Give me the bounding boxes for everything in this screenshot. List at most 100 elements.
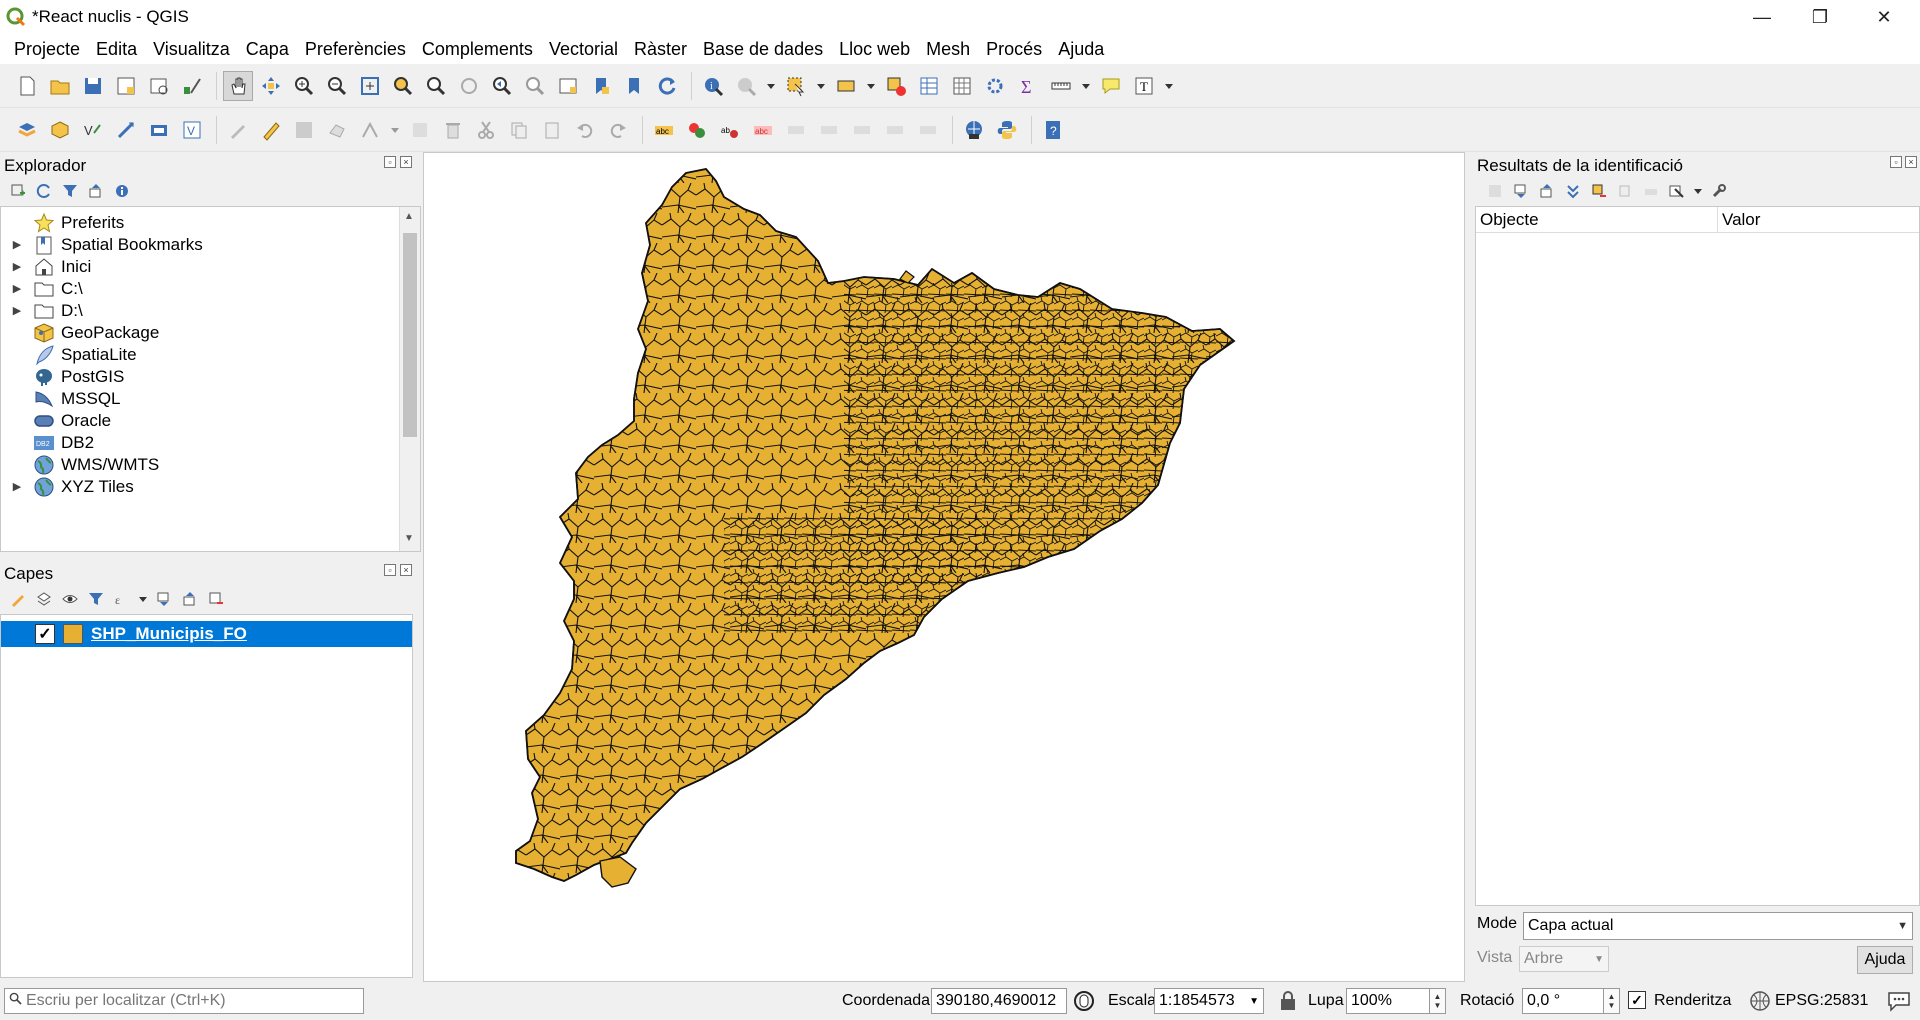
layout-manager-icon[interactable] (144, 71, 174, 101)
menu-item-base-de-dades[interactable]: Base de dades (695, 39, 831, 60)
run-action-icon[interactable] (731, 71, 761, 101)
map-canvas[interactable] (423, 152, 1465, 982)
rotation-spinbox[interactable]: 0,0 ° ▲ ▼ (1522, 988, 1620, 1014)
menu-item-lloc-web[interactable]: Lloc web (831, 39, 918, 60)
select-features-icon[interactable] (781, 71, 811, 101)
new-shapefile-layer-icon[interactable]: V (78, 115, 108, 145)
toggle-editing-icon[interactable] (256, 115, 286, 145)
zoom-to-layer-icon[interactable] (421, 71, 451, 101)
new-spatialite-layer-icon[interactable] (111, 115, 141, 145)
save-project-icon[interactable] (78, 71, 108, 101)
add-feature-icon[interactable] (322, 115, 352, 145)
attribute-table-icon[interactable] (914, 71, 944, 101)
style-manager-icon[interactable] (177, 71, 207, 101)
crs-globe-icon[interactable] (1749, 990, 1771, 1012)
filter-by-expression-icon[interactable]: ε (112, 589, 132, 609)
zoom-next-icon[interactable] (520, 71, 550, 101)
new-project-icon[interactable] (12, 71, 42, 101)
view-select[interactable]: Arbre ▼ (1519, 946, 1609, 972)
coordinate-toggle-mouse-icon[interactable] (1072, 989, 1096, 1013)
layer-diagram-icon[interactable] (682, 115, 712, 145)
python-console-icon[interactable] (992, 115, 1022, 145)
style-panel-brush-icon[interactable] (8, 589, 28, 609)
show-bookmarks-icon[interactable] (619, 71, 649, 101)
zoom-last-icon[interactable] (487, 71, 517, 101)
show-hide-labels-icon[interactable] (781, 115, 811, 145)
remove-layer-icon[interactable] (206, 589, 226, 609)
filter-legend-icon[interactable] (86, 589, 106, 609)
menu-item-projecte[interactable]: Projecte (6, 39, 88, 60)
render-checkbox[interactable]: ✓ (1628, 991, 1646, 1009)
expand-arrow-icon[interactable]: ▶ (9, 304, 25, 317)
rotate-label-icon[interactable] (847, 115, 877, 145)
chevron-down-icon[interactable] (1079, 71, 1093, 101)
float-panel-icon[interactable]: ▫ (384, 156, 396, 168)
select-by-value-icon[interactable] (831, 71, 861, 101)
chevron-down-icon[interactable] (864, 71, 878, 101)
highlight-pinned-labels-icon[interactable]: abc (748, 115, 778, 145)
current-edits-icon[interactable] (223, 115, 253, 145)
new-print-layout-icon[interactable] (111, 71, 141, 101)
minimize-button[interactable]: — (1733, 0, 1791, 34)
properties-info-icon[interactable] (112, 181, 132, 201)
expand-arrow-icon[interactable]: ▶ (9, 282, 25, 295)
rotation-stepper-icon[interactable]: ▲ ▼ (1604, 988, 1620, 1014)
column-header-value[interactable]: Valor (1718, 207, 1760, 232)
chevron-down-icon[interactable] (1693, 181, 1703, 201)
close-button[interactable]: ✕ (1855, 0, 1913, 34)
processing-toolbox-icon[interactable] (980, 71, 1010, 101)
new-bookmark-icon[interactable] (586, 71, 616, 101)
copy-feature-icon[interactable] (1615, 181, 1635, 201)
cut-features-icon[interactable] (471, 115, 501, 145)
lock-scale-icon[interactable] (1278, 990, 1298, 1012)
new-map-view-icon[interactable] (553, 71, 583, 101)
pan-hand-icon[interactable] (223, 70, 253, 101)
open-form-icon[interactable] (1485, 181, 1505, 201)
maximize-button[interactable]: ❐ (1791, 0, 1849, 34)
catalonia-municipalities-map[interactable] (424, 153, 1465, 982)
filter-icon[interactable] (60, 181, 80, 201)
new-virtual-layer-icon[interactable]: V (177, 115, 207, 145)
expand-new-results-icon[interactable] (1563, 181, 1583, 201)
measure-icon[interactable] (1046, 71, 1076, 101)
magnifier-spinbox[interactable]: 100% ▲ ▼ (1346, 988, 1446, 1014)
mode-select[interactable]: Capa actual ▼ (1523, 912, 1913, 940)
add-group-icon[interactable] (34, 589, 54, 609)
add-selected-layers-icon[interactable] (8, 181, 28, 201)
clear-results-icon[interactable] (1589, 181, 1609, 201)
scale-combobox[interactable]: 1:1854573 ▼ (1154, 988, 1264, 1014)
browser-scrollbar[interactable]: ▲ ▼ (399, 207, 420, 551)
magnifier-value[interactable]: 100% (1346, 988, 1430, 1014)
manage-visibility-eye-icon[interactable] (60, 589, 80, 609)
close-panel-icon[interactable]: × (400, 156, 412, 168)
menu-item-vectorial[interactable]: Vectorial (541, 39, 626, 60)
menu-item-ajuda[interactable]: Ajuda (1050, 39, 1112, 60)
copy-features-icon[interactable] (504, 115, 534, 145)
layer-row[interactable]: ✓ SHP_Municipis_FO (1, 621, 412, 647)
zoom-native-icon[interactable] (454, 71, 484, 101)
zoom-to-selection-icon[interactable] (388, 71, 418, 101)
menu-item-complements[interactable]: Complements (414, 39, 541, 60)
identify-features-icon[interactable]: i (698, 71, 728, 101)
browser-item-xyz-tiles[interactable]: ▶ XYZ Tiles (1, 473, 399, 500)
open-project-icon[interactable] (45, 71, 75, 101)
change-label-icon[interactable] (880, 115, 910, 145)
zoom-full-icon[interactable] (355, 71, 385, 101)
chevron-down-icon[interactable] (388, 115, 402, 145)
float-panel-icon[interactable]: ▫ (384, 564, 396, 576)
rotation-value[interactable]: 0,0 ° (1522, 988, 1604, 1014)
print-response-icon[interactable] (1641, 181, 1661, 201)
new-temporary-layer-icon[interactable] (144, 115, 174, 145)
coordinate-field[interactable]: 390180,4690012 (931, 988, 1067, 1014)
field-calculator-icon[interactable] (947, 71, 977, 101)
redo-icon[interactable] (603, 115, 633, 145)
column-header-object[interactable]: Objecte (1476, 207, 1718, 232)
menu-item-ràster[interactable]: Ràster (626, 39, 695, 60)
modify-attributes-icon[interactable] (405, 115, 435, 145)
menu-item-procés[interactable]: Procés (978, 39, 1050, 60)
identify-mode-icon[interactable] (1667, 181, 1687, 201)
close-panel-icon[interactable]: × (1905, 156, 1917, 168)
chevron-down-icon[interactable] (764, 71, 778, 101)
deselect-features-icon[interactable] (881, 71, 911, 101)
locator-search-input[interactable]: Escriu per localitzar (Ctrl+K) (4, 988, 364, 1014)
